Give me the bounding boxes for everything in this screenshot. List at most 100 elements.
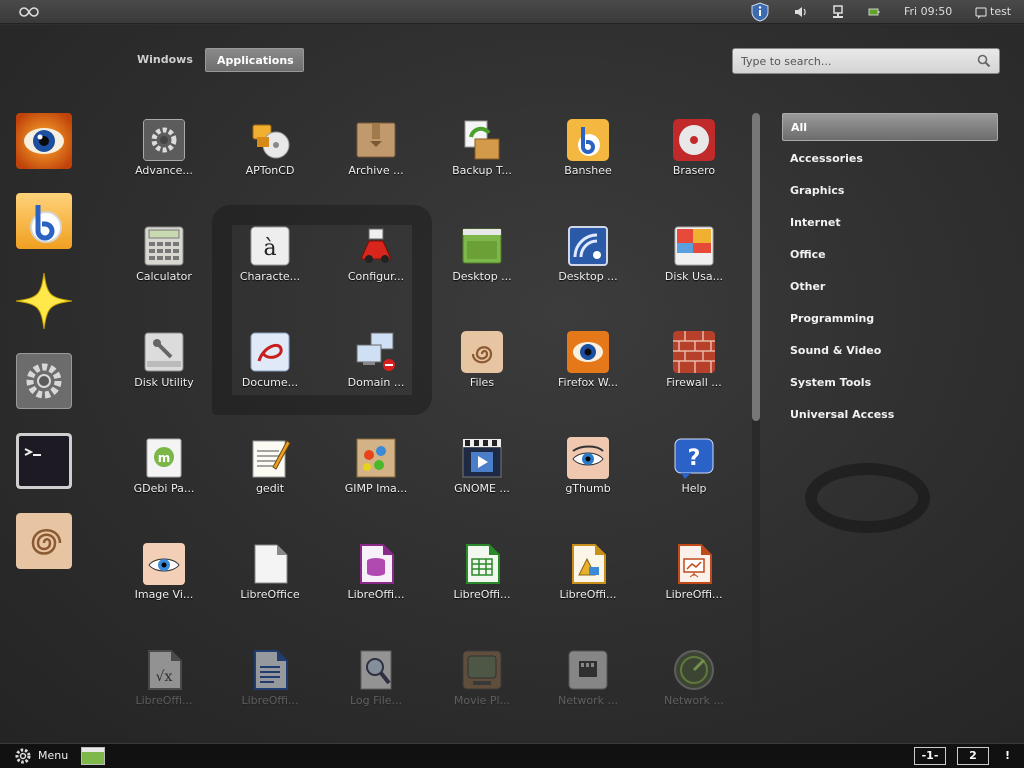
app-item[interactable]: LibreOffi...: [326, 543, 426, 639]
app-item[interactable]: Firefox W...: [538, 331, 638, 427]
app-label: LibreOffi...: [665, 588, 723, 601]
app-item[interactable]: Domain ...: [326, 331, 426, 427]
dash-item-favorite[interactable]: [16, 273, 72, 329]
app-label: LibreOffi...: [347, 588, 405, 601]
app-item[interactable]: Files: [432, 331, 532, 427]
app-item[interactable]: Desktop ...: [432, 225, 532, 321]
app-label: GIMP Ima...: [344, 482, 408, 495]
app-label: Firefox W...: [557, 376, 618, 389]
app-item[interactable]: LibreOffice: [220, 543, 320, 639]
app-label: Network ...: [664, 694, 724, 707]
category-all[interactable]: All: [782, 113, 998, 141]
category-accessories[interactable]: Accessories: [782, 145, 998, 173]
tab-applications[interactable]: Applications: [205, 48, 304, 72]
app-item[interactable]: Brasero: [644, 119, 744, 215]
workspace-1-button[interactable]: -1-: [914, 747, 946, 765]
category-other[interactable]: Other: [782, 273, 998, 301]
app-item[interactable]: Banshee: [538, 119, 638, 215]
app-item[interactable]: LibreOffi...: [220, 649, 320, 743]
app-item[interactable]: Disk Usa...: [644, 225, 744, 321]
app-label: Brasero: [672, 164, 716, 177]
app-item[interactable]: gThumb: [538, 437, 638, 533]
network-icon[interactable]: [831, 0, 845, 24]
app-item[interactable]: GNOME ...: [432, 437, 532, 533]
app-item[interactable]: Configur...: [326, 225, 426, 321]
domain-icon: [355, 331, 397, 373]
app-label: Firewall ...: [666, 376, 722, 389]
app-item[interactable]: √x LibreOffi...: [114, 649, 214, 743]
category-internet[interactable]: Internet: [782, 209, 998, 237]
app-item[interactable]: Archive ...: [326, 119, 426, 215]
overview: Windows Applications Type to search... A…: [0, 25, 1024, 743]
search-input[interactable]: [741, 49, 971, 73]
user-name[interactable]: test: [990, 0, 1011, 24]
clock[interactable]: Fri 09:50: [904, 0, 952, 24]
category-universal-access[interactable]: Universal Access: [782, 401, 998, 429]
libreoffice-base-icon: [355, 543, 397, 585]
network-icon: [673, 649, 715, 691]
app-label: Movie Pl...: [453, 694, 511, 707]
app-item[interactable]: Advance...: [114, 119, 214, 215]
app-label: Files: [469, 376, 495, 389]
app-label: Backup T...: [452, 164, 512, 177]
app-label: Domain ...: [347, 376, 405, 389]
app-item[interactable]: Network ...: [538, 649, 638, 743]
gear-icon: [14, 747, 32, 768]
app-item[interactable]: GIMP Ima...: [326, 437, 426, 533]
category-sound-video[interactable]: Sound & Video: [782, 337, 998, 365]
app-item[interactable]: Docume...: [220, 331, 320, 427]
app-item[interactable]: gedit: [220, 437, 320, 533]
dash-item-terminal[interactable]: [16, 433, 72, 489]
app-item[interactable]: LibreOffi...: [644, 543, 744, 639]
menu-button[interactable]: Menu: [14, 744, 74, 768]
app-item[interactable]: ? Help: [644, 437, 744, 533]
app-item[interactable]: LibreOffi...: [538, 543, 638, 639]
category-office[interactable]: Office: [782, 241, 998, 269]
app-item[interactable]: APTonCD: [220, 119, 320, 215]
app-item[interactable]: Log File...: [326, 649, 426, 743]
firewall-icon: [673, 331, 715, 373]
workspace-2-button[interactable]: 2: [957, 747, 989, 765]
libreoffice-draw-icon: [567, 543, 609, 585]
tab-windows[interactable]: Windows: [126, 48, 204, 72]
volume-icon[interactable]: [793, 0, 809, 24]
gdebi-icon: m: [143, 437, 185, 479]
gthumb-icon: [567, 437, 609, 479]
app-item[interactable]: Firewall ...: [644, 331, 744, 427]
aptoncd-icon: [249, 119, 291, 161]
files-icon: [461, 331, 503, 373]
dash-item-firefox[interactable]: [16, 113, 72, 169]
app-item[interactable]: Backup T...: [432, 119, 532, 215]
dash-item-files[interactable]: [16, 513, 72, 569]
app-item[interactable]: Disk Utility: [114, 331, 214, 427]
battery-icon[interactable]: [868, 0, 880, 24]
activities-icon[interactable]: [18, 0, 40, 24]
app-label: LibreOffi...: [453, 588, 511, 601]
search-icon[interactable]: [977, 54, 991, 71]
app-item[interactable]: Movie Pl...: [432, 649, 532, 743]
app-label: Banshee: [564, 164, 612, 177]
app-item[interactable]: Network ...: [644, 649, 744, 743]
app-item[interactable]: LibreOffi...: [432, 543, 532, 639]
dash-item-settings[interactable]: [16, 353, 72, 409]
app-item[interactable]: à Characte...: [220, 225, 320, 321]
libreoffice-icon: [249, 543, 291, 585]
firefox-icon: [16, 113, 72, 169]
search-box[interactable]: [732, 48, 1000, 74]
app-item[interactable]: Desktop ...: [538, 225, 638, 321]
app-grid-scrollbar[interactable]: [752, 113, 760, 703]
log-viewer-icon: [355, 649, 397, 691]
app-item[interactable]: m GDebi Pa...: [114, 437, 214, 533]
app-label: Network ...: [558, 694, 618, 707]
notification-indicator[interactable]: !: [1005, 744, 1010, 768]
dash-item-banshee[interactable]: [16, 193, 72, 249]
category-programming[interactable]: Programming: [782, 305, 998, 333]
app-item[interactable]: Image Vi...: [114, 543, 214, 639]
taskbar-window-icon[interactable]: [81, 747, 105, 765]
app-item[interactable]: Calculator: [114, 225, 214, 321]
category-graphics[interactable]: Graphics: [782, 177, 998, 205]
app-label: Disk Utility: [134, 376, 194, 389]
update-manager-icon[interactable]: [749, 0, 771, 24]
scrollbar-thumb[interactable]: [752, 113, 760, 421]
category-system-tools[interactable]: System Tools: [782, 369, 998, 397]
